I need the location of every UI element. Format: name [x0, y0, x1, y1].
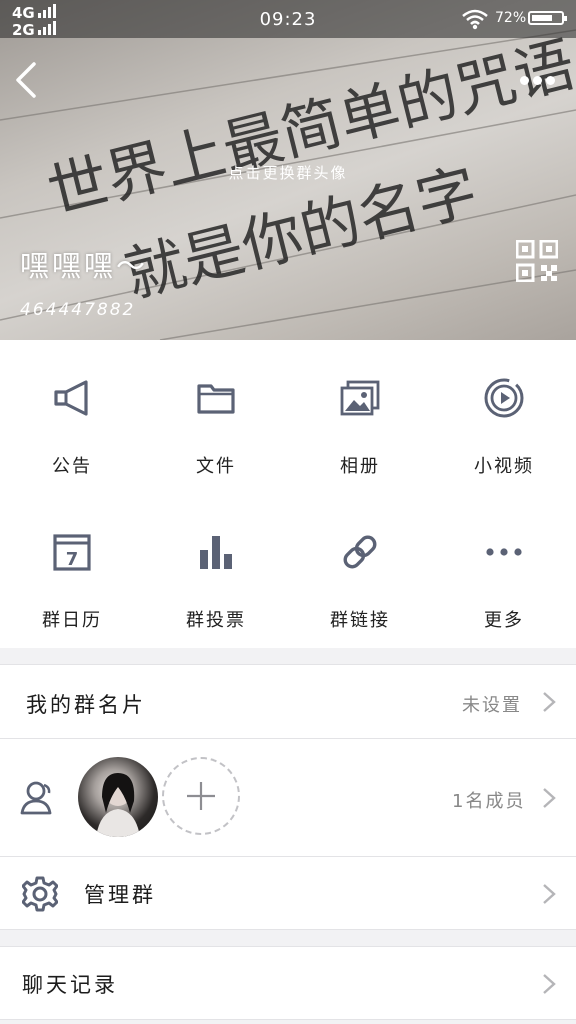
members-icon: [20, 781, 52, 815]
chevron-right-icon: [543, 788, 556, 808]
link-icon: [343, 535, 377, 569]
album-icon: [340, 380, 380, 416]
chat-history-label: 聊天记录: [22, 973, 118, 997]
feature-label: 群日历: [42, 610, 102, 631]
more-options-icon[interactable]: [520, 70, 564, 86]
feature-label: 群链接: [330, 610, 390, 631]
feature-link[interactable]: 群链接: [288, 494, 432, 648]
megaphone-icon: [54, 380, 88, 416]
back-icon[interactable]: [12, 60, 42, 100]
wifi-icon: [462, 9, 488, 30]
group-header-banner[interactable]: 世界上最简单的咒语 就是你的名字 点击更换群头像 嘿嘿嘿～ 464447882: [0, 0, 576, 340]
svg-text:7: 7: [66, 549, 79, 570]
chat-history-row[interactable]: 聊天记录: [0, 946, 576, 1020]
gear-icon: [22, 876, 58, 912]
feature-label: 群投票: [186, 610, 246, 631]
more-dots-icon: [486, 548, 522, 556]
feature-label: 文件: [196, 456, 236, 477]
my-group-card-value: 未设置: [462, 695, 522, 716]
feature-grid: 公告 文件 相册 小视频 7 群日历 群投票 群链接 更多: [0, 340, 576, 648]
bar-chart-icon: [200, 536, 232, 569]
change-avatar-hint[interactable]: 点击更换群头像: [0, 162, 576, 183]
chevron-right-icon: [543, 974, 556, 994]
feature-calendar[interactable]: 7 群日历: [0, 494, 144, 648]
member-avatar[interactable]: [78, 757, 158, 837]
my-group-card-row[interactable]: 我的群名片 未设置: [0, 664, 576, 739]
manage-group-label: 管理群: [84, 883, 156, 907]
manage-group-row[interactable]: 管理群: [0, 856, 576, 930]
battery-percent: 72%: [495, 10, 527, 26]
chevron-right-icon: [543, 884, 556, 904]
calendar-icon: 7: [53, 534, 91, 571]
qr-code-icon[interactable]: [516, 240, 558, 282]
members-row[interactable]: 1名成员: [0, 738, 576, 857]
my-group-card-label: 我的群名片: [26, 693, 146, 717]
group-name: 嘿嘿嘿～: [20, 249, 149, 283]
folder-icon: [197, 384, 235, 414]
feature-label: 公告: [52, 456, 92, 477]
plus-icon: [187, 782, 215, 810]
member-count: 1名成员: [452, 791, 526, 812]
clock: 09:23: [259, 9, 317, 30]
add-member-button[interactable]: [162, 757, 240, 835]
feature-label: 小视频: [474, 456, 534, 477]
feature-vote[interactable]: 群投票: [144, 494, 288, 648]
feature-announcement[interactable]: 公告: [0, 340, 144, 494]
feature-more[interactable]: 更多: [432, 494, 576, 648]
chevron-right-icon: [543, 692, 556, 712]
feature-short-video[interactable]: 小视频: [432, 340, 576, 494]
battery-icon: [528, 11, 567, 25]
feature-album[interactable]: 相册: [288, 340, 432, 494]
group-id: 464447882: [20, 300, 136, 320]
status-bar: 4G 2G 09:23 72%: [0, 0, 576, 38]
feature-label: 相册: [340, 456, 380, 477]
feature-label: 更多: [484, 610, 524, 631]
video-icon: [484, 378, 524, 418]
feature-files[interactable]: 文件: [144, 340, 288, 494]
member-avatar-figure: [96, 773, 140, 837]
